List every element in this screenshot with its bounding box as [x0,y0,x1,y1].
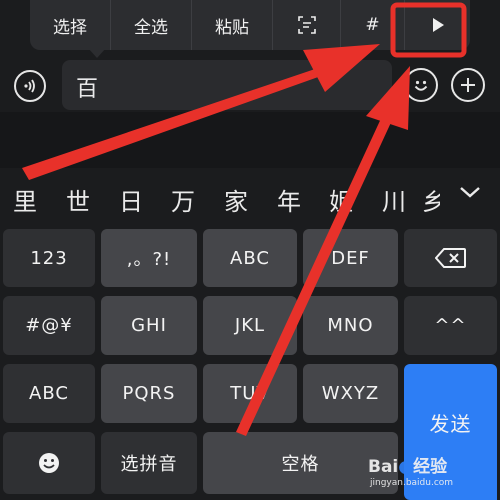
voice-input-button[interactable] [14,70,46,102]
key-label: MNO [327,315,374,336]
key-label: ABC [230,247,270,269]
backspace-icon [434,248,466,268]
text-context-menu: 选择 全选 粘贴 # [30,0,470,50]
key-abc[interactable]: ABC [203,229,297,287]
message-input-value: 百 [76,77,99,102]
key-ghi[interactable]: GHI [101,296,197,355]
smiley-icon [414,80,428,91]
menu-item-select[interactable]: 选择 [30,0,111,50]
emoji-icon [39,453,59,473]
menu-item-select-label: 选择 [53,17,87,38]
key-123[interactable]: 123 [3,229,95,287]
chevron-down-icon[interactable] [456,178,484,206]
menu-item-paste-label: 粘贴 [215,17,249,38]
key-emoji[interactable] [3,432,95,494]
add-button[interactable] [451,68,485,102]
key-label: 123 [30,247,68,269]
candidate-item[interactable]: 姐 [326,182,356,217]
key-label: TUV [230,383,270,404]
key-backspace[interactable] [404,229,497,287]
key-label: 选拼音 [120,454,178,475]
key-emoticon[interactable]: ^^ [404,296,497,355]
scan-text-icon [297,16,316,34]
emoji-button[interactable] [404,68,438,102]
key-wxyz[interactable]: WXYZ [303,364,398,423]
key-def[interactable]: DEF [303,229,398,287]
key-symbols[interactable]: #@¥ [3,296,95,355]
paw-icon: ● [398,457,414,477]
plus-icon [461,78,475,92]
candidate-item[interactable]: 川 [379,182,409,217]
voice-wave-icon [24,79,35,93]
menu-item-hashtag[interactable]: # [341,0,405,50]
key-label: PQRS [122,383,176,404]
menu-item-scan-text[interactable] [273,0,341,50]
candidate-item[interactable]: 乡 [422,182,440,217]
menu-item-select-all-label: 全选 [134,17,168,38]
key-abc-mode[interactable]: ABC [3,364,95,423]
key-jkl[interactable]: JKL [203,296,297,355]
key-label: GHI [131,315,167,336]
baidu-jingyan-watermark: Bai●经验 jingyan.baidu.com [368,450,498,498]
candidate-bar: 里 世 日 万 家 年 姐 川 乡 [0,168,500,224]
menu-item-select-all[interactable]: 全选 [111,0,192,50]
key-mno[interactable]: MNO [303,296,398,355]
key-pqrs[interactable]: PQRS [101,364,197,423]
candidate-item[interactable]: 里 [10,182,40,217]
menu-item-hashtag-label: # [365,15,380,35]
watermark-logo-right: 经验 [413,457,448,477]
key-label: #@¥ [25,315,73,336]
watermark-url: jingyan.baidu.com [370,478,454,488]
candidate-item[interactable]: 家 [221,182,251,217]
message-input[interactable]: 百 [62,60,392,110]
candidate-item[interactable]: 日 [116,182,146,217]
key-label: DEF [331,247,370,269]
key-select-pinyin[interactable]: 选拼音 [101,432,197,494]
menu-item-paste[interactable]: 粘贴 [192,0,273,50]
candidate-item[interactable]: 年 [274,182,304,217]
watermark-logo-left: Bai [368,457,399,477]
separator-strip [0,112,500,168]
key-punctuation[interactable]: ,。?! [101,229,197,287]
key-label: ^^ [434,315,467,336]
play-icon [432,18,444,32]
key-label: 空格 [281,454,320,475]
key-label: JKL [234,315,266,336]
key-label: ,。?! [126,249,172,270]
candidate-item[interactable]: 万 [168,182,198,217]
menu-item-more[interactable] [405,0,470,50]
candidate-item[interactable]: 世 [63,182,93,217]
menu-pointer-tail [88,48,106,58]
send-label: 发送 [429,411,472,436]
key-label: ABC [29,383,69,404]
key-label: WXYZ [321,383,380,404]
watermark-logo: Bai●经验 [368,452,447,477]
key-tuv[interactable]: TUV [203,364,297,423]
